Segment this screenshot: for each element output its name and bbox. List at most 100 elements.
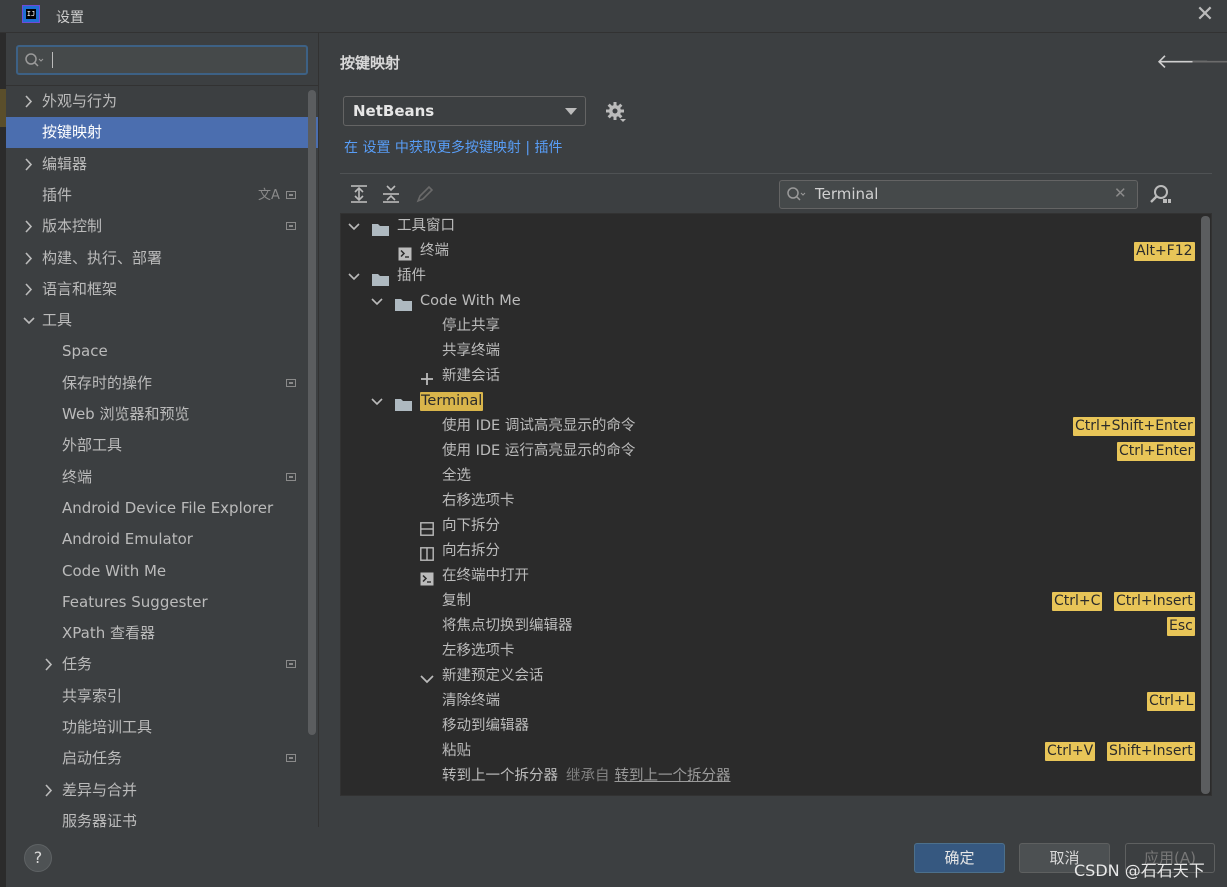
chevron-down-icon[interactable]	[347, 264, 361, 289]
search-icon	[787, 187, 806, 201]
tree-row[interactable]: 使用 IDE 运行高亮显示的命令 Ctrl+Enter	[341, 439, 1199, 464]
sidebar-item[interactable]: 差异与合并	[6, 775, 318, 806]
project-level-icon	[286, 379, 296, 387]
folder-icon	[395, 295, 412, 311]
project-level-icon	[286, 660, 296, 668]
sidebar-item[interactable]: Code With Me	[6, 556, 318, 587]
inherit-link[interactable]: 转到上一个拆分器	[615, 768, 731, 784]
sidebar-item[interactable]: 版本控制	[6, 211, 318, 242]
help-button[interactable]: ?	[24, 844, 52, 872]
tree-row[interactable]: 粘贴 Shift+Insert Ctrl+V	[341, 739, 1199, 764]
gear-icon[interactable]	[604, 100, 628, 124]
settings-link[interactable]: 设置	[362, 140, 390, 156]
sidebar-item-label: 外观与行为	[42, 92, 118, 110]
sidebar-item[interactable]: 共享索引	[6, 681, 318, 712]
back-arrow-icon[interactable]: 🡐	[1156, 50, 1210, 72]
collapse-all-icon[interactable]	[380, 183, 402, 205]
tree-row[interactable]: 向右拆分	[341, 539, 1199, 564]
chevron-down-icon[interactable]	[370, 289, 384, 314]
chevron-right-icon[interactable]	[23, 211, 35, 242]
tree-scrollbar[interactable]	[1201, 216, 1210, 794]
terminal-icon	[420, 570, 434, 586]
chevron-down-icon[interactable]	[370, 389, 384, 414]
chevron-down-icon	[565, 108, 577, 115]
chevron-down-icon[interactable]	[347, 214, 361, 239]
sidebar-item[interactable]: 编辑器	[6, 149, 318, 180]
sidebar-item[interactable]: 构建、执行、部署	[6, 243, 318, 274]
sidebar-item[interactable]: Web 浏览器和预览	[6, 399, 318, 430]
folder-icon	[372, 270, 389, 286]
tree-row[interactable]: 左移选项卡	[341, 639, 1199, 664]
chevron-right-icon[interactable]	[23, 149, 35, 180]
sidebar-item[interactable]: 终端	[6, 462, 318, 493]
clear-icon[interactable]: ✕	[1114, 184, 1127, 202]
tree-row[interactable]: 新建预定义会话	[341, 664, 1199, 689]
sidebar-item[interactable]: 服务器证书	[6, 806, 318, 837]
tree-row[interactable]: Code With Me	[341, 289, 1199, 314]
tree-row[interactable]: 停止共享	[341, 314, 1199, 339]
tree-row[interactable]: Terminal	[341, 389, 1199, 414]
chevron-right-icon[interactable]	[43, 649, 55, 680]
ok-button[interactable]: 确定	[914, 843, 1005, 873]
sidebar-item[interactable]: 启动任务	[6, 743, 318, 774]
tree-row[interactable]: 终端 Alt+F12	[341, 239, 1199, 264]
sidebar-item-label: 任务	[62, 655, 93, 673]
tree-row[interactable]: 清除终端 Ctrl+L	[341, 689, 1199, 714]
close-icon[interactable]: ✕	[1193, 3, 1217, 27]
sidebar-scrollbar[interactable]	[308, 90, 316, 735]
tree-row[interactable]: 向下拆分	[341, 514, 1199, 539]
sidebar-item[interactable]: 按键映射	[6, 117, 318, 148]
sidebar-item[interactable]: 插件 文A	[6, 180, 318, 211]
tree-row-label: 使用 IDE 运行高亮显示的命令	[442, 443, 636, 459]
shortcut-badge: Alt+F12	[1134, 242, 1195, 261]
chevron-right-icon[interactable]	[23, 274, 35, 305]
tree-row-label: 插件	[397, 268, 426, 284]
tree-row-label: 复制	[442, 593, 471, 609]
find-by-shortcut-icon[interactable]	[1148, 183, 1172, 207]
chevron-right-icon[interactable]	[23, 86, 35, 117]
tree-row[interactable]: 复制 Ctrl+Insert Ctrl+C	[341, 589, 1199, 614]
sidebar-item[interactable]: Android Device File Explorer	[6, 493, 318, 524]
chevron-right-icon[interactable]	[23, 243, 35, 274]
tree-row[interactable]: 工具窗口	[341, 214, 1199, 239]
tree-row-label: 移动到编辑器	[442, 718, 529, 734]
sidebar-item-label: 终端	[62, 468, 93, 486]
tree-row[interactable]: 转到上一个拆分器 继承自 转到上一个拆分器	[341, 764, 1199, 789]
sidebar-item[interactable]: Space	[6, 336, 318, 367]
sidebar-item[interactable]: 功能培训工具	[6, 712, 318, 743]
tree-row[interactable]: 新建会话	[341, 364, 1199, 389]
tree-row[interactable]: 全选	[341, 464, 1199, 489]
sidebar-item[interactable]: 外观与行为	[6, 86, 318, 117]
sidebar-search-input[interactable]	[16, 45, 308, 75]
tree-row-label: 共享终端	[442, 343, 500, 359]
tree-row[interactable]: 使用 IDE 调试高亮显示的命令 Ctrl+Shift+Enter	[341, 414, 1199, 439]
keymap-select[interactable]: NetBeans	[343, 96, 586, 126]
sidebar-item[interactable]: XPath 查看器	[6, 618, 318, 649]
sidebar-item[interactable]: 任务	[6, 649, 318, 680]
sidebar-item[interactable]: Android Emulator	[6, 524, 318, 555]
chevron-right-icon[interactable]	[43, 775, 55, 806]
tree-row[interactable]: 右移选项卡	[341, 489, 1199, 514]
folder-icon	[372, 220, 389, 236]
tree-row[interactable]: 共享终端	[341, 339, 1199, 364]
sidebar-item[interactable]: 外部工具	[6, 430, 318, 461]
title-bar	[0, 0, 1227, 33]
chevron-down-icon	[420, 670, 434, 684]
sidebar-item-label: Android Device File Explorer	[62, 499, 274, 517]
sidebar-item[interactable]: 语言和框架	[6, 274, 318, 305]
tree-row[interactable]: 将焦点切换到编辑器 Esc	[341, 614, 1199, 639]
plugins-link[interactable]: 插件	[535, 140, 563, 156]
sidebar-item[interactable]: Features Suggester	[6, 587, 318, 618]
chevron-down-icon[interactable]	[23, 305, 35, 336]
app-logo-text: IJ	[26, 9, 36, 19]
sidebar-item[interactable]: 保存时的操作	[6, 368, 318, 399]
sidebar-item[interactable]: 工具	[6, 305, 318, 336]
tree-row[interactable]: 插件	[341, 264, 1199, 289]
tree-row-label: 左移选项卡	[442, 643, 515, 659]
keymap-filter-input[interactable]: Terminal ✕	[779, 180, 1138, 209]
tree-row[interactable]: 移动到编辑器	[341, 714, 1199, 739]
sidebar-item-label: 共享索引	[62, 687, 123, 705]
tree-row[interactable]: 在终端中打开	[341, 564, 1199, 589]
expand-all-icon[interactable]	[348, 183, 370, 205]
tree-row-label: 新建预定义会话	[442, 668, 544, 684]
